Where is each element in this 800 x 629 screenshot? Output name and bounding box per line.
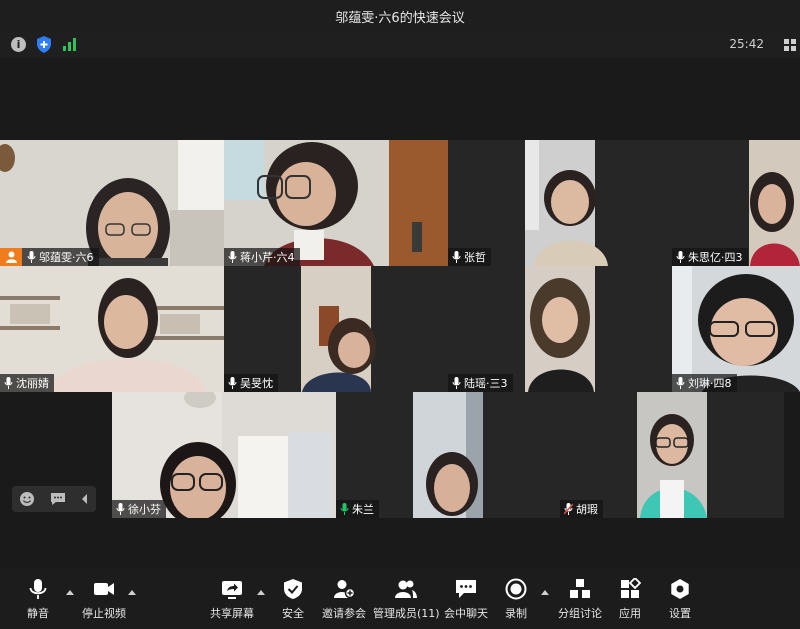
video-tile[interactable]: 朱思亿·四3 <box>672 140 800 266</box>
apps-button[interactable]: 应用 <box>619 578 641 621</box>
settings-button[interactable]: 设置 <box>669 578 691 621</box>
mute-button[interactable]: 静音 <box>27 578 49 621</box>
gallery-view-icon[interactable] <box>784 39 796 51</box>
stop-video-label: 停止视频 <box>82 607 126 620</box>
participant-name: 刘琳·四8 <box>688 377 732 390</box>
microphone-icon <box>29 579 47 599</box>
record-options-caret[interactable] <box>541 590 549 595</box>
mic-icon <box>27 251 36 263</box>
participant-label: 蒋小芹·六4 <box>224 248 300 266</box>
participant-label: 陆瑶·三3 <box>448 374 513 392</box>
shield-check-icon <box>284 579 302 599</box>
breakout-rooms-icon <box>570 579 590 598</box>
participant-label: 徐小芬 <box>112 500 166 518</box>
mic-muted-icon <box>564 503 573 515</box>
video-options-caret[interactable] <box>128 590 136 595</box>
emoji-icon[interactable] <box>19 491 35 507</box>
participant-name: 沈丽婧 <box>16 377 49 390</box>
participant-label: 吴旻忱 <box>224 374 278 392</box>
mic-icon <box>116 503 125 515</box>
chat-icon <box>456 580 476 598</box>
manage-participants-label: 管理成员(11) <box>373 607 440 620</box>
invite-button[interactable]: 邀请参会 <box>322 578 366 621</box>
participants-icon <box>395 580 418 598</box>
share-screen-button[interactable]: 共享屏幕 <box>210 578 254 621</box>
mic-icon <box>228 377 237 389</box>
record-button[interactable]: 录制 <box>505 578 527 621</box>
share-screen-icon <box>222 581 242 599</box>
stop-video-button[interactable]: 停止视频 <box>82 578 126 621</box>
window-title: 邬蕴雯·六6的快速会议 <box>335 10 465 26</box>
add-user-icon <box>334 580 355 599</box>
info-bar: i 25:42 <box>0 32 800 58</box>
mute-label: 静音 <box>27 607 49 620</box>
host-icon <box>0 248 22 266</box>
apps-icon <box>621 578 641 598</box>
participant-name: 胡瑕 <box>576 503 598 516</box>
participant-label: 朱兰 <box>336 500 379 518</box>
mic-icon <box>676 377 685 389</box>
video-tile[interactable]: 朱兰 <box>336 392 560 518</box>
video-tile[interactable]: 吴旻忱 <box>224 266 448 392</box>
collapse-arrow-icon[interactable] <box>81 494 89 504</box>
meeting-toolbar: 静音 停止视频 共享屏幕 安全 邀请参会 管理成员(11) 会中聊天 录制 分组… <box>0 568 800 629</box>
record-label: 录制 <box>505 607 527 620</box>
participant-name: 陆瑶·三3 <box>464 377 508 390</box>
settings-label: 设置 <box>669 607 691 620</box>
share-screen-label: 共享屏幕 <box>210 607 254 620</box>
mic-icon <box>4 377 13 389</box>
breakout-rooms-button[interactable]: 分组讨论 <box>558 578 602 621</box>
chat-label: 会中聊天 <box>444 607 488 620</box>
participant-name: 朱兰 <box>352 503 374 516</box>
title-bar: 邬蕴雯·六6的快速会议 <box>0 0 800 32</box>
reaction-chat-pill <box>12 486 96 512</box>
video-tile[interactable]: 邬蕴雯·六6 <box>0 140 224 266</box>
mic-icon <box>452 251 461 263</box>
manage-participants-button[interactable]: 管理成员(11) <box>373 578 440 621</box>
participant-label: 张哲 <box>448 248 491 266</box>
mic-icon <box>228 251 237 263</box>
participant-name: 张哲 <box>464 251 486 264</box>
video-camera-icon <box>94 583 114 595</box>
video-tile[interactable]: 刘琳·四8 <box>672 266 800 392</box>
chat-button[interactable]: 会中聊天 <box>444 578 488 621</box>
gear-icon <box>671 579 689 599</box>
invite-label: 邀请参会 <box>322 607 366 620</box>
mic-icon <box>676 251 685 263</box>
mic-icon-active <box>340 503 349 515</box>
participant-label: 沈丽婧 <box>0 374 54 392</box>
participant-name: 徐小芬 <box>128 503 161 516</box>
video-tile-active-speaker[interactable]: 陆瑶·三3 <box>448 266 672 392</box>
video-tile[interactable]: 徐小芬 <box>112 392 336 518</box>
participant-name: 吴旻忱 <box>240 377 273 390</box>
participant-name: 蒋小芹·六4 <box>240 251 295 264</box>
audio-options-caret[interactable] <box>66 590 74 595</box>
participant-label: 胡瑕 <box>560 500 603 518</box>
chat-bubble-icon[interactable] <box>50 492 66 506</box>
security-label: 安全 <box>282 607 304 620</box>
shield-icon[interactable] <box>36 36 52 53</box>
participant-name: 朱思亿·四3 <box>688 251 743 264</box>
participant-name: 邬蕴雯·六6 <box>39 251 94 264</box>
apps-label: 应用 <box>619 607 641 620</box>
breakout-rooms-label: 分组讨论 <box>558 607 602 620</box>
security-button[interactable]: 安全 <box>282 578 304 621</box>
participant-label: 朱思亿·四3 <box>672 248 748 266</box>
video-tile[interactable]: 蒋小芹·六4 <box>224 140 448 266</box>
video-tile[interactable]: 张哲 <box>448 140 672 266</box>
participant-label: 邬蕴雯·六6 <box>0 248 99 266</box>
video-gallery: 邬蕴雯·六6 蒋小芹·六4 张哲 朱思亿·四3 沈丽婧 吴旻忱 陆瑶·三3 刘琳… <box>0 58 800 568</box>
share-options-caret[interactable] <box>257 590 265 595</box>
info-icon[interactable]: i <box>11 37 26 52</box>
participant-label: 刘琳·四8 <box>672 374 737 392</box>
video-tile[interactable]: 沈丽婧 <box>0 266 224 392</box>
video-tile[interactable]: 胡瑕 <box>560 392 784 518</box>
meeting-timer: 25:42 <box>729 37 764 51</box>
record-icon <box>505 578 527 600</box>
signal-icon[interactable] <box>63 38 77 51</box>
mic-icon <box>452 377 461 389</box>
